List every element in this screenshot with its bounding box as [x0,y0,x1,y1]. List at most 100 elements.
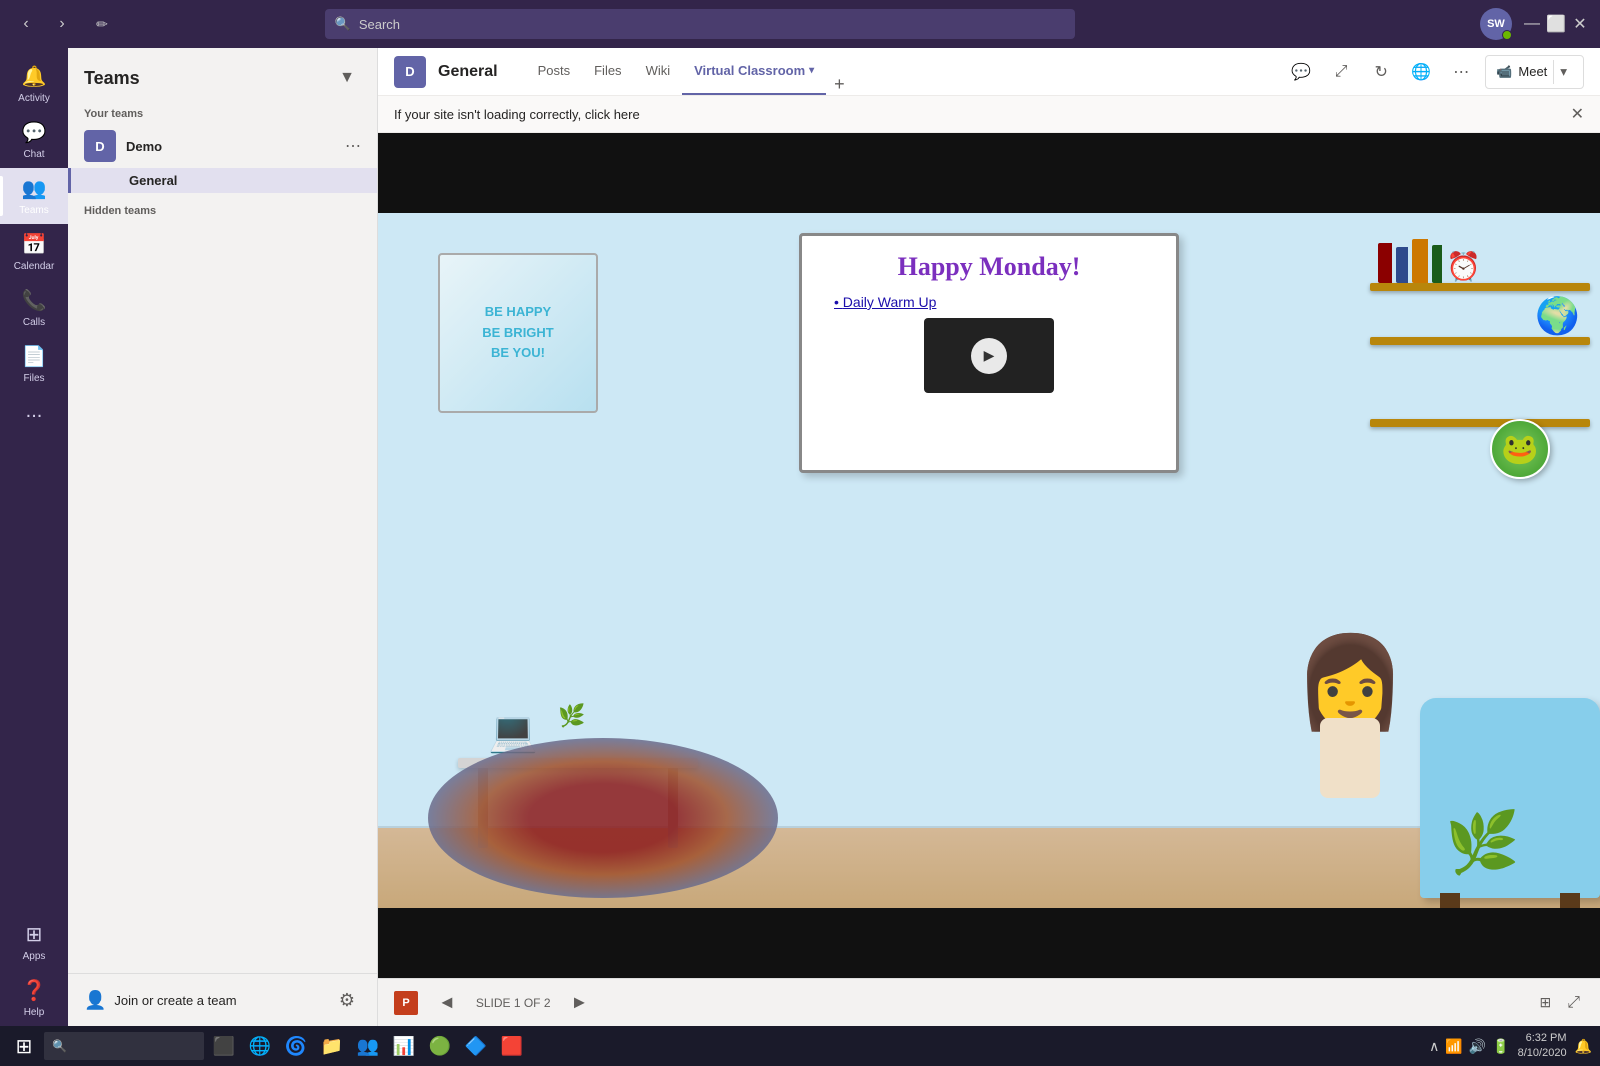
tab-posts[interactable]: Posts [526,48,583,95]
app-green-icon: 🟢 [429,1036,451,1057]
notifications-icon[interactable]: 🔔 [1575,1038,1592,1055]
poster-line1: BE HAPPY [482,302,554,323]
more-icon: ... [26,400,43,423]
more-options-icon: ⋯ [1453,62,1469,82]
search-input[interactable] [359,17,1065,32]
shelf-top-items: ⏰ [1370,233,1590,283]
sidebar-item-calendar[interactable]: 📅 Calendar [0,224,68,280]
more-options-button[interactable]: ⋯ [1445,56,1477,88]
taskbar-explorer[interactable]: 📁 [316,1030,348,1062]
daily-warmup-link[interactable]: • Daily Warm Up [834,294,1160,310]
slide-prev-button[interactable]: ◄ [430,988,464,1017]
frog-sticker: 🐸 [1490,419,1550,479]
settings-button[interactable]: ⚙ [333,986,361,1014]
your-teams-label: Your teams [68,100,377,124]
video-thumbnail[interactable]: ▶ [924,318,1054,393]
date-display: 8/10/2020 [1518,1046,1567,1061]
back-button[interactable]: ‹ [12,10,40,38]
sidebar-item-calls[interactable]: 📞 Calls [0,280,68,336]
expand-icon: ⤢ [1335,63,1348,81]
sidebar-item-chat[interactable]: 💬 Chat [0,112,68,168]
sidebar: Teams ▼ Your teams D Demo ⋯ General Hidd… [68,48,378,1026]
sidebar-item-files[interactable]: 📄 Files [0,336,68,392]
meet-button-group: 📹 Meet ▾ [1485,55,1584,89]
join-create-button[interactable]: 👤 Join or create a team [84,990,237,1011]
team-name-demo: Demo [126,139,335,154]
globe-button[interactable]: 🌐 [1405,56,1437,88]
join-create-label: Join or create a team [114,993,236,1008]
chat-action-icon: 💬 [1291,62,1311,82]
taskbar-powerpoint[interactable]: 📊 [388,1030,420,1062]
maximize-button[interactable]: ⬜ [1548,16,1564,32]
forward-button[interactable]: › [48,10,76,38]
slide-count: SLIDE 1 OF 2 [476,996,551,1010]
calls-icon: 📞 [22,288,47,313]
sidebar-item-teams[interactable]: 👥 Teams [0,168,68,224]
expand-button[interactable]: ⤢ [1325,56,1357,88]
globe-decoration: 🌍 [1535,295,1580,337]
notification-close-button[interactable]: ✕ [1571,104,1584,124]
sidebar-item-activity[interactable]: 🔔 Activity [0,56,68,112]
notification-text[interactable]: If your site isn't loading correctly, cl… [394,107,640,122]
filter-button[interactable]: ▼ [333,64,361,92]
slide-next-button[interactable]: ► [563,988,597,1017]
tab-wiki[interactable]: Wiki [634,48,683,95]
channel-header: D General Posts Files Wiki Virtual Class… [378,48,1600,96]
taskbar: ⊞ 🔍 ⬛ 🌐 🌀 📁 👥 📊 🟢 🔷 🟥 ∧ 📶 🔊 🔋 6: [0,1026,1600,1066]
add-tab-button[interactable]: + [826,74,853,95]
taskbar-teams[interactable]: 👥 [352,1030,384,1062]
whiteboard: Happy Monday! • Daily Warm Up ▶ [799,233,1179,473]
sidebar-item-help[interactable]: ❓ Help [22,970,47,1026]
slide-nav-right: ⊞ ⤢ [1535,990,1584,1016]
minimize-button[interactable]: — [1524,16,1540,32]
up-arrow-icon[interactable]: ∧ [1429,1038,1439,1055]
shelf-board-3 [1370,419,1590,427]
reload-button[interactable]: ↻ [1365,56,1397,88]
meet-dropdown-button[interactable]: ▾ [1553,60,1573,84]
slide-view-button[interactable]: ⊞ [1535,990,1555,1015]
search-bar[interactable]: 🔍 [325,9,1075,39]
sidebar-header: Teams ▼ [68,48,377,100]
team-more-button[interactable]: ⋯ [345,136,361,156]
avatar[interactable]: SW [1480,8,1512,40]
shelf-board-2 [1370,337,1590,345]
taskbar-edge[interactable]: 🌐 [244,1030,276,1062]
slide-main: BE HAPPY BE BRIGHT BE YOU! Happy Monday!… [378,213,1600,908]
poster: BE HAPPY BE BRIGHT BE YOU! [438,253,598,413]
channel-general-label: General [129,173,177,188]
edit-button[interactable]: ✏ [88,10,116,38]
nav-buttons: ‹ › [12,10,76,38]
taskbar-clock[interactable]: 6:32 PM 8/10/2020 [1518,1031,1567,1062]
task-view-icon: ⬛ [213,1036,235,1057]
taskbar-chrome[interactable]: 🌀 [280,1030,312,1062]
team-demo[interactable]: D Demo ⋯ [68,124,377,168]
taskbar-task-view[interactable]: ⬛ [208,1030,240,1062]
sidebar-item-apps[interactable]: ⊞ Apps [22,914,47,970]
main-content: D General Posts Files Wiki Virtual Class… [378,48,1600,1026]
ppt-icon: P [394,991,418,1015]
taskbar-app-green[interactable]: 🟢 [424,1030,456,1062]
tab-virtual-classroom[interactable]: Virtual Classroom ▾ [682,48,826,95]
battery-icon[interactable]: 🔋 [1492,1038,1509,1055]
filter-icon: ▼ [339,69,355,87]
activity-label: Activity [18,93,50,104]
slide-fullscreen-button[interactable]: ⤢ [1563,990,1584,1016]
meet-label[interactable]: Meet [1518,64,1547,79]
play-button[interactable]: ▶ [971,338,1007,374]
nav-bottom: ⊞ Apps ❓ Help [22,914,47,1026]
poster-line2: BE BRIGHT [482,323,554,344]
tab-files[interactable]: Files [582,48,633,95]
teams-label: Teams [19,205,48,216]
network-icon[interactable]: 📶 [1445,1038,1462,1055]
channel-general[interactable]: General [68,168,377,193]
chat-toggle-button[interactable]: 💬 [1285,56,1317,88]
taskbar-app-red[interactable]: 🟥 [496,1030,528,1062]
start-button[interactable]: ⊞ [8,1030,40,1062]
volume-icon[interactable]: 🔊 [1469,1038,1486,1055]
taskbar-search[interactable]: 🔍 [44,1032,204,1060]
shelf-board [1370,283,1590,291]
close-button[interactable]: ✕ [1572,16,1588,32]
sidebar-item-more[interactable]: ... [0,392,68,431]
taskbar-app-blue[interactable]: 🔷 [460,1030,492,1062]
reload-icon: ↻ [1375,62,1388,82]
